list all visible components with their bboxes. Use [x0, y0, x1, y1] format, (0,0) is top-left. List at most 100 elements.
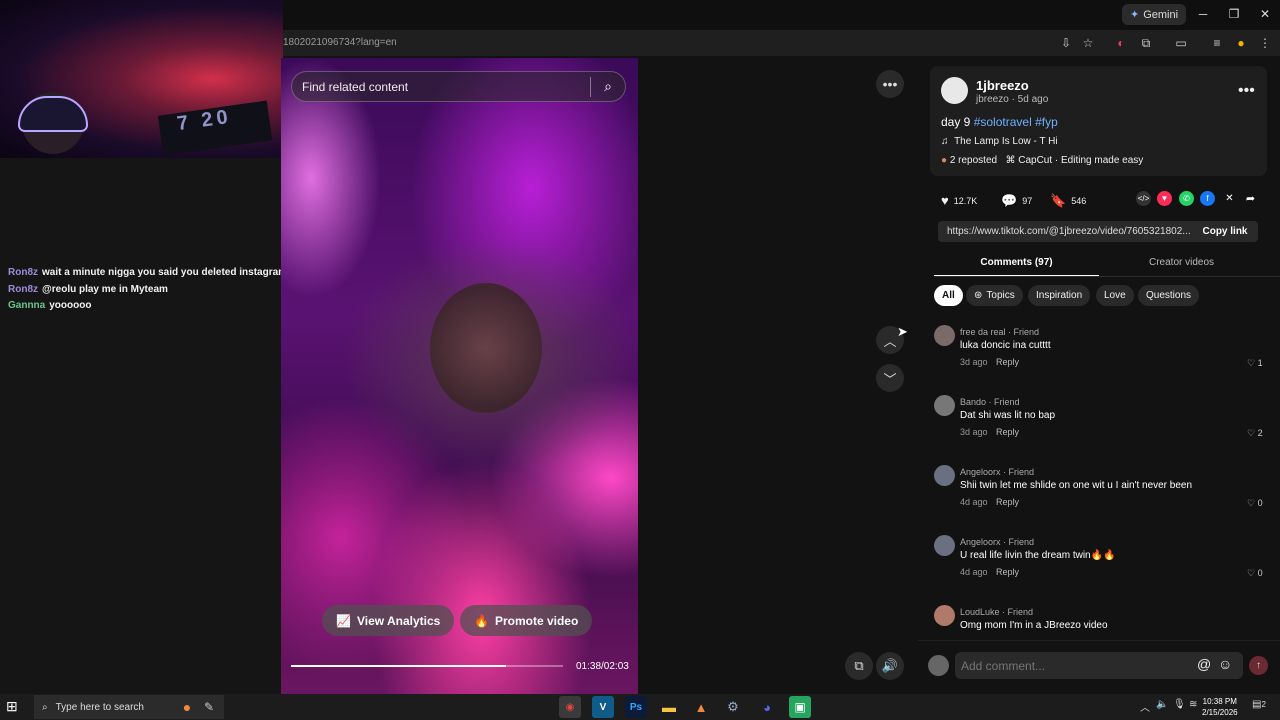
- media-control-icon[interactable]: ≡: [1207, 33, 1227, 53]
- comment-avatar[interactable]: [934, 605, 955, 626]
- music-title[interactable]: The Lamp Is Low - T Hi: [954, 136, 1058, 147]
- comment-button[interactable]: 💬 97: [1001, 193, 1032, 209]
- tab-creator-videos[interactable]: Creator videos: [1099, 253, 1264, 277]
- emoji-icon[interactable]: ☺: [1218, 656, 1232, 672]
- reply-button[interactable]: Reply: [996, 427, 1019, 437]
- extensions-puzzle-icon[interactable]: ⧉: [1136, 33, 1156, 53]
- chip-inspiration[interactable]: Inspiration: [1028, 285, 1091, 306]
- music-row[interactable]: ♫ The Lamp Is Low - T Hi: [941, 136, 1058, 147]
- reply-button[interactable]: Reply: [996, 497, 1019, 507]
- send-to-friends-icon[interactable]: ▼: [1157, 191, 1172, 206]
- like-button[interactable]: ♥ 12.7K: [941, 193, 977, 208]
- save-button[interactable]: 🔖 546: [1050, 193, 1086, 209]
- file-explorer-icon[interactable]: ▬: [658, 696, 680, 718]
- view-analytics-label: View Analytics: [356, 613, 441, 628]
- windows-start-icon[interactable]: ⊞: [6, 698, 18, 715]
- progress-fill: [291, 665, 506, 667]
- wifi-icon[interactable]: ≋: [1189, 699, 1197, 710]
- comment-like[interactable]: ♡ 0: [1247, 498, 1263, 509]
- chat-username: Ron8z: [8, 267, 38, 278]
- comment-text: U real life livin the dream twin🔥🔥: [960, 550, 1116, 561]
- repost-avatars-icon: ●: [941, 155, 948, 166]
- author-avatar[interactable]: [941, 77, 968, 104]
- chip-questions[interactable]: Questions: [1138, 285, 1200, 306]
- fl-studio-icon[interactable]: ▲: [690, 696, 712, 718]
- heart-outline-icon: ♡: [1247, 498, 1256, 508]
- capcut-icon: ⌘: [1005, 155, 1016, 166]
- capcut-label[interactable]: CapCut · Editing made easy: [1018, 155, 1143, 166]
- install-app-icon[interactable]: ⇩: [1056, 33, 1076, 53]
- volume-tray-icon[interactable]: 🔈: [1156, 699, 1168, 710]
- related-search-bar[interactable]: Find related content ⌕: [291, 71, 626, 102]
- gemini-button[interactable]: ✦ Gemini: [1122, 4, 1187, 25]
- extension-icon[interactable]: ◐: [1111, 33, 1131, 53]
- discord-icon[interactable]: ◕: [756, 696, 778, 718]
- chat-username: Gannna: [8, 300, 46, 311]
- post-more-icon[interactable]: •••: [1238, 82, 1255, 100]
- caption-hashtags[interactable]: #solotravel #fyp: [974, 115, 1058, 129]
- browser-menu-icon[interactable]: ⋮: [1255, 33, 1275, 53]
- promote-label: Promote video: [494, 613, 579, 628]
- comment-author[interactable]: Angeloorx · Friend: [960, 467, 1034, 477]
- search-placeholder[interactable]: Find related content: [302, 80, 590, 94]
- copy-link-button[interactable]: Copy link: [1194, 221, 1256, 242]
- comment-avatar[interactable]: [934, 395, 955, 416]
- profile-avatar-icon[interactable]: ●: [1231, 33, 1251, 53]
- repost-count[interactable]: 2 reposted: [950, 155, 997, 166]
- comment-like[interactable]: ♡ 0: [1247, 568, 1263, 579]
- mention-icon[interactable]: @: [1197, 656, 1211, 672]
- comment-age: 4d ago: [960, 497, 988, 507]
- volume-button[interactable]: 🔊: [876, 652, 904, 680]
- comment-text: Shii twin let me shlide on one wit u I a…: [960, 480, 1193, 491]
- chip-love[interactable]: Love: [1096, 285, 1134, 306]
- basketball-icon[interactable]: ●: [176, 696, 198, 718]
- app-icon[interactable]: ▣: [789, 696, 811, 718]
- video-link[interactable]: https://www.tiktok.com/@1jbreezo/video/7…: [947, 226, 1191, 237]
- url-text[interactable]: 1802021096734?lang=en: [283, 37, 397, 48]
- steam-icon[interactable]: ⚙: [722, 696, 744, 718]
- comment-avatar[interactable]: [934, 325, 955, 346]
- embed-icon[interactable]: </>: [1136, 191, 1151, 206]
- taskbar-clock[interactable]: 10:38 PM 2/15/2026: [1202, 696, 1238, 718]
- view-analytics-button[interactable]: 📈 View Analytics: [322, 605, 455, 636]
- comment-like[interactable]: ♡ 1: [1247, 358, 1263, 369]
- comment-like[interactable]: ♡ 2: [1247, 428, 1263, 439]
- tab-comments[interactable]: Comments (97): [934, 253, 1099, 277]
- notification-button[interactable]: ▤2: [1252, 699, 1266, 710]
- next-video-button[interactable]: ﹀: [876, 364, 904, 392]
- whatsapp-icon[interactable]: ✆: [1179, 191, 1194, 206]
- comment-avatar[interactable]: [934, 535, 955, 556]
- pip-button[interactable]: ⧉: [845, 652, 873, 680]
- send-comment-button[interactable]: ↑: [1249, 656, 1268, 675]
- reply-button[interactable]: Reply: [996, 567, 1019, 577]
- comment-author[interactable]: Bando · Friend: [960, 397, 1020, 407]
- comment-author[interactable]: LoudLuke · Friend: [960, 607, 1033, 617]
- restore-button[interactable]: ❐: [1219, 4, 1249, 24]
- comment-avatar[interactable]: [934, 465, 955, 486]
- microphone-icon[interactable]: 🎙: [1173, 699, 1186, 710]
- close-window-button[interactable]: ✕: [1250, 4, 1280, 24]
- share-arrow-icon[interactable]: ➦: [1243, 191, 1258, 206]
- tray-chevron-icon[interactable]: ︿: [1140, 699, 1150, 714]
- search-highlight-icon[interactable]: ✎: [198, 696, 220, 718]
- comment-author[interactable]: free da real · Friend: [960, 327, 1039, 337]
- chrome-icon[interactable]: ◉: [559, 696, 581, 718]
- x-twitter-icon[interactable]: ✕: [1222, 191, 1237, 206]
- comment-author[interactable]: Angeloorx · Friend: [960, 537, 1034, 547]
- chip-all[interactable]: All: [934, 285, 963, 306]
- author-name[interactable]: 1jbreezo: [976, 78, 1029, 93]
- post-caption: day 9 #solotravel #fyp: [941, 115, 1058, 129]
- save-count: 546: [1071, 196, 1087, 206]
- cast-icon[interactable]: ▭: [1171, 33, 1191, 53]
- vegas-icon[interactable]: V: [592, 696, 614, 718]
- promote-video-button[interactable]: 🔥 Promote video: [460, 605, 593, 636]
- minimize-button[interactable]: ─: [1188, 4, 1218, 24]
- chip-topics[interactable]: ⊛ Topics: [966, 285, 1023, 306]
- facebook-icon[interactable]: f: [1200, 191, 1215, 206]
- search-icon[interactable]: ⌕: [591, 78, 625, 95]
- reply-button[interactable]: Reply: [996, 357, 1019, 367]
- more-options-icon[interactable]: •••: [876, 70, 904, 98]
- bookmark-star-icon[interactable]: ☆: [1078, 33, 1098, 53]
- video-subject: [430, 283, 542, 413]
- photoshop-icon[interactable]: Ps: [625, 696, 647, 718]
